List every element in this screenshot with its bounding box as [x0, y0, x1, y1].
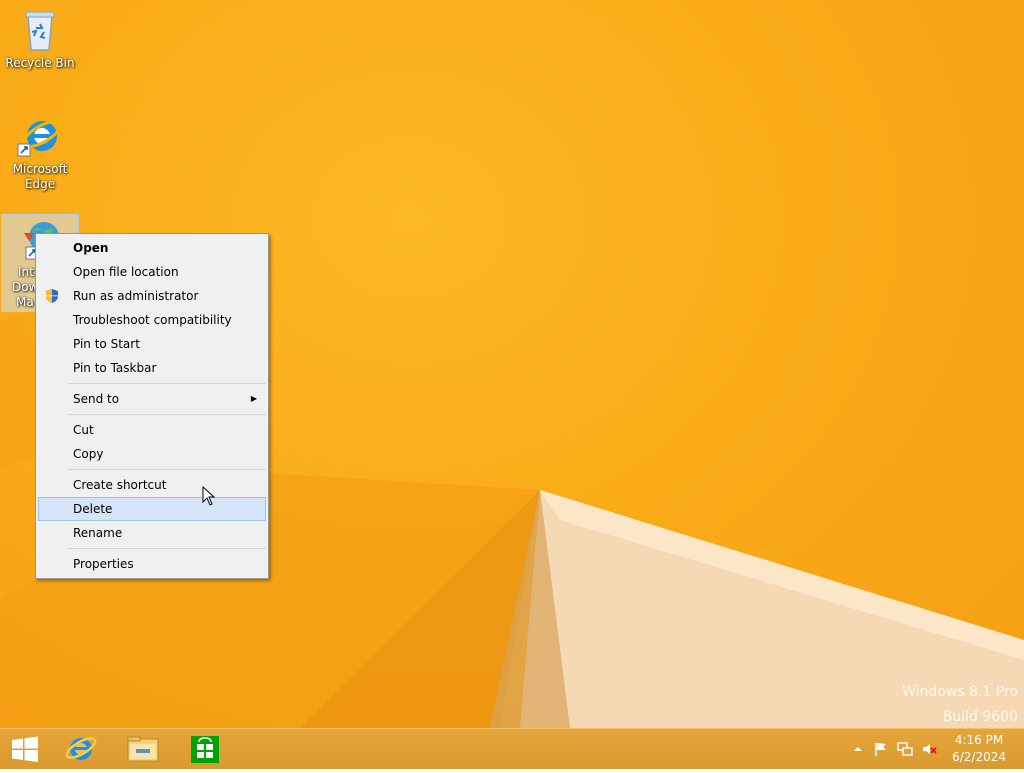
menu-item-label: Send to — [73, 392, 120, 406]
menu-item-copy[interactable]: Copy — [38, 442, 266, 466]
taskbar: 4:16 PM 6/2/2024 — [0, 728, 1024, 769]
network-icon[interactable] — [897, 741, 913, 757]
taskbar-file-explorer[interactable] — [118, 729, 168, 769]
file-explorer-icon — [127, 736, 159, 762]
menu-item-pin-to-start[interactable]: Pin to Start — [38, 332, 266, 356]
taskbar-internet-explorer[interactable] — [56, 729, 106, 769]
action-center-flag-icon[interactable] — [873, 741, 889, 757]
menu-item-pin-to-taskbar[interactable]: Pin to Taskbar — [38, 356, 266, 380]
start-button[interactable] — [0, 729, 50, 769]
system-clock[interactable]: 4:16 PM 6/2/2024 — [952, 732, 1006, 766]
menu-item-label: Run as administrator — [73, 289, 199, 303]
windows-logo-icon — [12, 736, 38, 762]
context-menu: Open Open file location Run as administr… — [35, 233, 269, 579]
menu-separator — [68, 548, 266, 549]
mouse-cursor-icon — [202, 485, 216, 510]
show-hidden-icons-icon[interactable] — [850, 741, 866, 757]
menu-separator — [68, 469, 266, 470]
menu-item-create-shortcut[interactable]: Create shortcut — [38, 473, 266, 497]
menu-item-properties[interactable]: Properties — [38, 552, 266, 576]
desktop-icon-label-line: Microsoft — [12, 162, 68, 176]
recycle-bin-icon — [16, 6, 64, 54]
clock-time: 4:16 PM — [954, 733, 1004, 747]
menu-item-troubleshoot-compatibility[interactable]: Troubleshoot compatibility — [38, 308, 266, 332]
windows-version-watermark: Windows 8.1 Pro — [902, 684, 1018, 700]
submenu-arrow-icon: ▶ — [250, 394, 257, 403]
menu-item-cut[interactable]: Cut — [38, 418, 266, 442]
menu-item-open-file-location[interactable]: Open file location — [38, 260, 266, 284]
clock-date: 6/2/2024 — [952, 750, 1006, 764]
taskbar-store[interactable] — [180, 729, 230, 769]
desktop-icon-recycle-bin[interactable]: Recycle Bin — [2, 6, 78, 71]
windows-build-watermark: Build 9600 — [942, 709, 1018, 725]
volume-muted-icon[interactable] — [921, 741, 937, 757]
desktop-icon-label-line: Edge — [24, 177, 56, 191]
desktop-icon-microsoft-edge[interactable]: Microsoft Edge — [2, 112, 78, 192]
menu-item-delete[interactable]: Delete — [38, 497, 266, 521]
store-icon — [191, 736, 219, 763]
menu-item-rename[interactable]: Rename — [38, 521, 266, 545]
internet-explorer-icon — [65, 737, 97, 760]
menu-item-send-to[interactable]: Send to ▶ — [38, 387, 266, 411]
uac-shield-icon — [44, 288, 60, 304]
menu-separator — [68, 383, 266, 384]
desktop-icon-label: Recycle Bin — [5, 56, 75, 70]
menu-item-open[interactable]: Open — [38, 236, 266, 260]
internet-explorer-icon — [16, 112, 64, 160]
menu-separator — [68, 414, 266, 415]
menu-item-run-as-administrator[interactable]: Run as administrator — [38, 284, 266, 308]
